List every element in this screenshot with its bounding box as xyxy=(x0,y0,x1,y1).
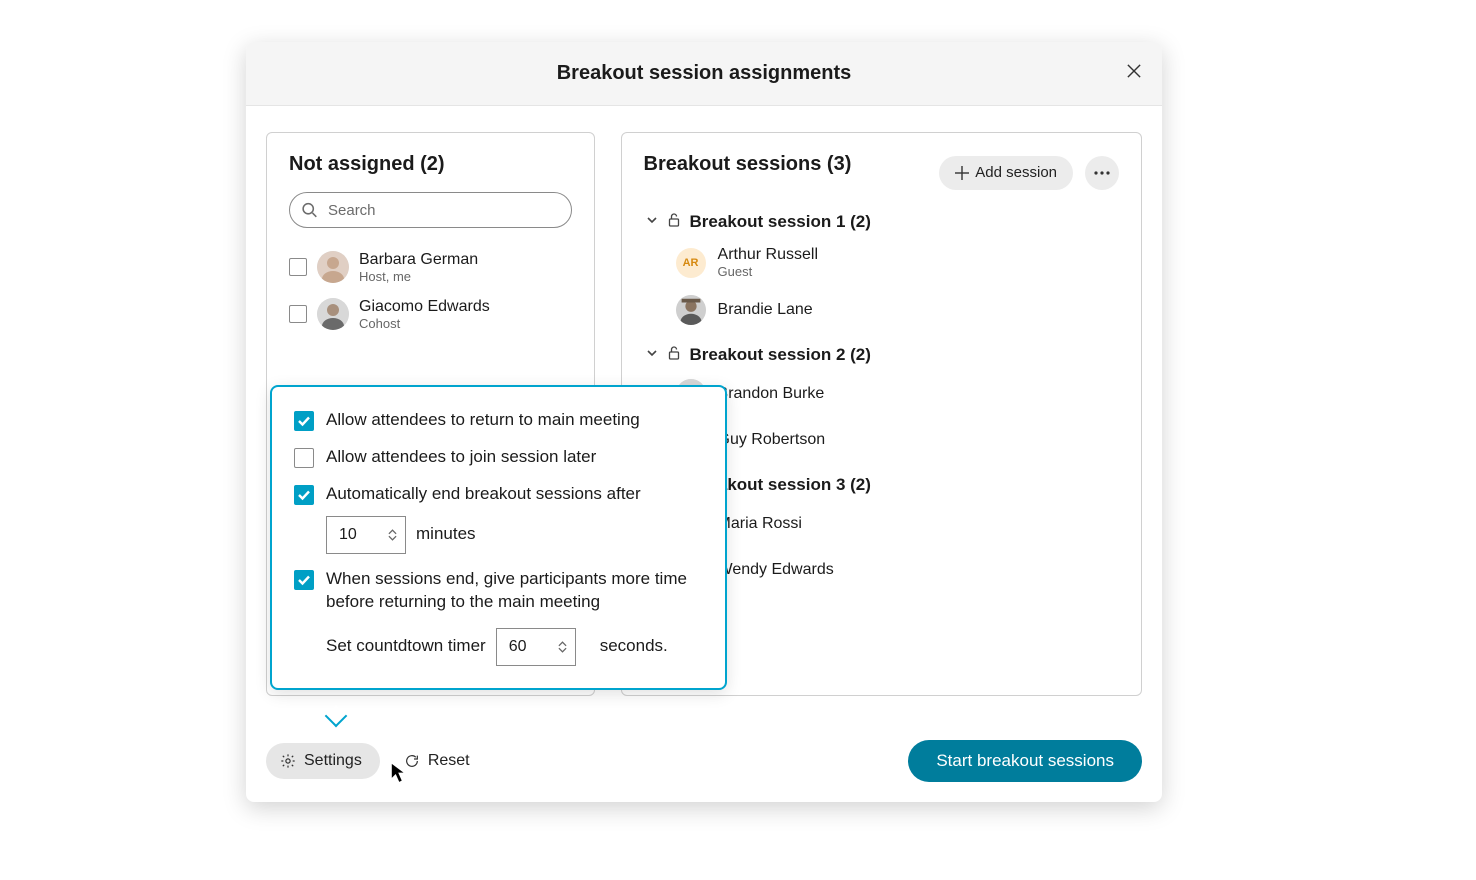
not-assigned-title: Not assigned (2) xyxy=(289,153,572,176)
close-button[interactable] xyxy=(1124,64,1144,84)
session-member-row: Guy Robertson xyxy=(676,417,1119,463)
person-name: Barbara German xyxy=(359,250,478,269)
person-role: Host, me xyxy=(359,269,478,285)
session-member-row: Brandon Burke xyxy=(676,371,1119,417)
countdown-unit: seconds. xyxy=(600,635,668,658)
unassigned-person-row: Barbara German Host, me xyxy=(289,244,572,291)
sessions-title: Breakout sessions (3) xyxy=(644,153,852,176)
session-member-row: Maria Rossi xyxy=(676,501,1119,547)
search-wrap xyxy=(289,192,572,228)
session-header[interactable]: Breakout session 1 (2) xyxy=(644,206,1119,238)
member-role: Guest xyxy=(718,264,818,279)
allow-return-checkbox[interactable] xyxy=(294,411,314,431)
plus-icon xyxy=(955,166,969,180)
session-member-row: Wendy Edwards xyxy=(676,547,1119,593)
person-role: Cohost xyxy=(359,316,490,332)
session-group: Breakout session 1 (2) AR Arthur Russell… xyxy=(644,206,1119,333)
member-name: Wendy Edwards xyxy=(718,561,834,579)
allow-return-label: Allow attendees to return to main meetin… xyxy=(326,409,640,432)
member-name: Arthur Russell xyxy=(718,246,818,264)
countdown-seconds-value: 60 xyxy=(509,638,527,656)
countdown-prefix: Set countdtown timer xyxy=(326,635,486,658)
spinner-arrows-icon[interactable] xyxy=(388,529,397,541)
avatar xyxy=(676,295,706,325)
member-name: Maria Rossi xyxy=(718,515,802,533)
reset-label: Reset xyxy=(428,752,470,770)
dialog-footer: Settings Reset Start breakout sessions xyxy=(266,740,1142,782)
session-header[interactable]: Breakout session 2 (2) xyxy=(644,339,1119,371)
countdown-seconds-input[interactable]: 60 xyxy=(496,628,576,666)
settings-button[interactable]: Settings xyxy=(266,743,380,779)
more-options-button[interactable] xyxy=(1085,156,1119,190)
person-checkbox[interactable] xyxy=(289,305,307,323)
countdown-label: When sessions end, give participants mor… xyxy=(326,568,703,614)
refresh-icon xyxy=(404,753,420,769)
settings-label: Settings xyxy=(304,752,362,770)
auto-end-label: Automatically end breakout sessions afte… xyxy=(326,483,703,506)
member-name: Brandie Lane xyxy=(718,301,813,319)
settings-popover: Allow attendees to return to main meetin… xyxy=(270,385,727,690)
dialog-header: Breakout session assignments xyxy=(246,42,1162,106)
more-icon xyxy=(1094,171,1110,175)
search-icon xyxy=(301,202,318,219)
person-name: Giacomo Edwards xyxy=(359,297,490,316)
auto-end-minutes-value: 10 xyxy=(339,526,357,544)
reset-button[interactable]: Reset xyxy=(404,752,470,770)
gear-icon xyxy=(280,753,296,769)
chevron-down-icon xyxy=(644,346,660,364)
unlock-icon xyxy=(668,346,682,365)
person-checkbox[interactable] xyxy=(289,258,307,276)
join-later-checkbox[interactable] xyxy=(294,448,314,468)
unassigned-person-row: Giacomo Edwards Cohost xyxy=(289,291,572,338)
chevron-down-icon xyxy=(644,213,660,231)
start-sessions-label: Start breakout sessions xyxy=(936,751,1114,770)
search-input[interactable] xyxy=(289,192,572,228)
unlock-icon xyxy=(668,213,682,232)
dialog-title: Breakout session assignments xyxy=(557,62,852,85)
member-name: Brandon Burke xyxy=(718,385,825,403)
session-name: Breakout session 1 (2) xyxy=(690,212,871,232)
member-name: Guy Robertson xyxy=(718,431,826,449)
close-icon xyxy=(1127,64,1141,78)
auto-end-checkbox[interactable] xyxy=(294,485,314,505)
auto-end-unit: minutes xyxy=(416,523,476,546)
add-session-label: Add session xyxy=(975,164,1057,181)
auto-end-minutes-input[interactable]: 10 xyxy=(326,516,406,554)
session-name: Breakout session 2 (2) xyxy=(690,345,871,365)
countdown-checkbox[interactable] xyxy=(294,570,314,590)
add-session-button[interactable]: Add session xyxy=(939,156,1073,190)
spinner-arrows-icon[interactable] xyxy=(558,641,567,653)
start-sessions-button[interactable]: Start breakout sessions xyxy=(908,740,1142,782)
avatar xyxy=(317,298,349,330)
session-member-row: AR Arthur Russell Guest xyxy=(676,238,1119,287)
avatar xyxy=(317,251,349,283)
join-later-label: Allow attendees to join session later xyxy=(326,446,596,469)
avatar-initials: AR xyxy=(676,248,706,278)
session-member-row: Brandie Lane xyxy=(676,287,1119,333)
